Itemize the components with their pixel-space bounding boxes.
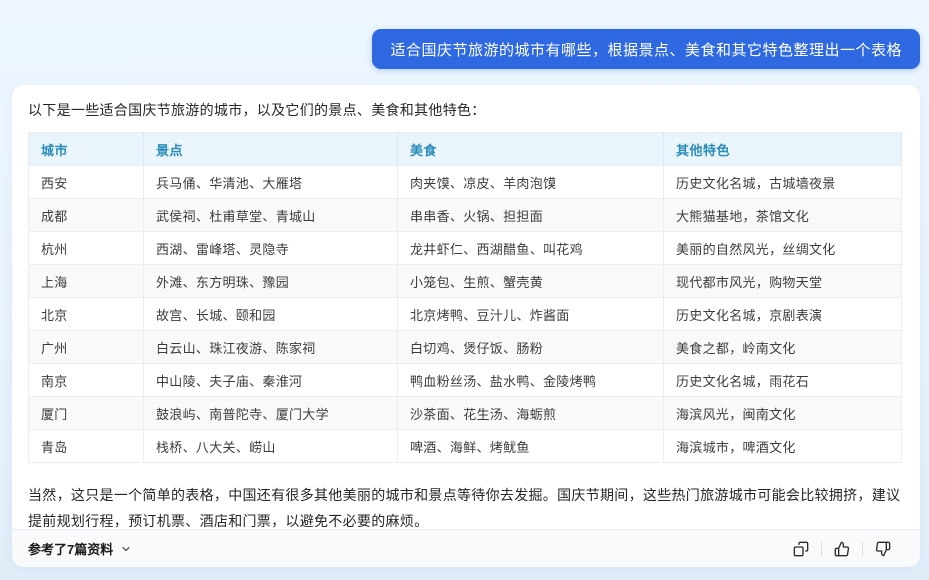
table-row: 上海外滩、东方明珠、豫园小笼包、生煎、蟹壳黄现代都市风光，购物天堂 [29, 265, 902, 298]
table-cell: 南京 [29, 364, 144, 397]
answer-action-bar [788, 538, 904, 560]
action-separator [862, 542, 863, 556]
table-cell: 兵马俑、华清池、大雁塔 [144, 166, 398, 199]
table-cell: 故宫、长城、颐和园 [144, 298, 398, 331]
table-cell: 白云山、珠江夜游、陈家祠 [144, 331, 398, 364]
table-cell: 美丽的自然风光，丝绸文化 [664, 232, 902, 265]
table-row: 南京中山陵、夫子庙、秦淮河鸭血粉丝汤、盐水鸭、金陵烤鸭历史文化名城，雨花石 [29, 364, 902, 397]
thumbs-down-button[interactable] [870, 538, 896, 560]
table-cell: 栈桥、八大关、崂山 [144, 430, 398, 463]
column-header: 其他特色 [664, 133, 902, 166]
table-cell: 沙茶面、花生汤、海蛎煎 [398, 397, 664, 430]
chevron-down-icon [120, 543, 132, 555]
table-cell: 历史文化名城，古城墙夜景 [664, 166, 902, 199]
table-cell: 龙井虾仁、西湖醋鱼、叫花鸡 [398, 232, 664, 265]
answer-footer: 参考了7篇资料 [12, 529, 920, 567]
user-message-bubble: 适合国庆节旅游的城市有哪些，根据景点、美食和其它特色整理出一个表格 [372, 29, 920, 69]
table-cell: 美食之都，岭南文化 [664, 331, 902, 364]
user-message-text: 适合国庆节旅游的城市有哪些，根据景点、美食和其它特色整理出一个表格 [390, 39, 902, 60]
copy-button[interactable] [788, 538, 814, 560]
cities-table: 城市景点美食其他特色 西安兵马俑、华清池、大雁塔肉夹馍、凉皮、羊肉泡馍历史文化名… [28, 132, 902, 463]
table-cell: 中山陵、夫子庙、秦淮河 [144, 364, 398, 397]
table-row: 成都武侯祠、杜甫草堂、青城山串串香、火锅、担担面大熊猫基地，茶馆文化 [29, 199, 902, 232]
action-separator [821, 542, 822, 556]
table-cell: 海滨风光，闽南文化 [664, 397, 902, 430]
table-cell: 成都 [29, 199, 144, 232]
table-cell: 上海 [29, 265, 144, 298]
column-header: 景点 [144, 133, 398, 166]
table-cell: 海滨城市，啤酒文化 [664, 430, 902, 463]
table-row: 广州白云山、珠江夜游、陈家祠白切鸡、煲仔饭、肠粉美食之都，岭南文化 [29, 331, 902, 364]
table-row: 青岛栈桥、八大关、崂山啤酒、海鲜、烤鱿鱼海滨城市，啤酒文化 [29, 430, 902, 463]
column-header: 美食 [398, 133, 664, 166]
table-cell: 小笼包、生煎、蟹壳黄 [398, 265, 664, 298]
table-cell: 啤酒、海鲜、烤鱿鱼 [398, 430, 664, 463]
header-row: 城市景点美食其他特色 [29, 133, 902, 166]
table-cell: 白切鸡、煲仔饭、肠粉 [398, 331, 664, 364]
answer-closing-text: 当然，这只是一个简单的表格，中国还有很多其他美丽的城市和景点等待你去发掘。国庆节… [28, 482, 904, 534]
table-cell: 鼓浪屿、南普陀寺、厦门大学 [144, 397, 398, 430]
table-cell: 西湖、雷峰塔、灵隐寺 [144, 232, 398, 265]
table-cell: 大熊猫基地，茶馆文化 [664, 199, 902, 232]
table-cell: 杭州 [29, 232, 144, 265]
table-cell: 鸭血粉丝汤、盐水鸭、金陵烤鸭 [398, 364, 664, 397]
table-cell: 广州 [29, 331, 144, 364]
table-row: 西安兵马俑、华清池、大雁塔肉夹馍、凉皮、羊肉泡馍历史文化名城，古城墙夜景 [29, 166, 902, 199]
table-cell: 武侯祠、杜甫草堂、青城山 [144, 199, 398, 232]
table-cell: 历史文化名城，京剧表演 [664, 298, 902, 331]
references-toggle[interactable]: 参考了7篇资料 [28, 539, 132, 558]
answer-intro-text: 以下是一些适合国庆节旅游的城市，以及它们的景点、美食和其他特色： [28, 100, 904, 120]
thumbs-up-button[interactable] [829, 538, 855, 560]
table-row: 厦门鼓浪屿、南普陀寺、厦门大学沙茶面、花生汤、海蛎煎海滨风光，闽南文化 [29, 397, 902, 430]
table-row: 杭州西湖、雷峰塔、灵隐寺龙井虾仁、西湖醋鱼、叫花鸡美丽的自然风光，丝绸文化 [29, 232, 902, 265]
table-row: 北京故宫、长城、颐和园北京烤鸭、豆汁儿、炸酱面历史文化名城，京剧表演 [29, 298, 902, 331]
table-cell: 肉夹馍、凉皮、羊肉泡馍 [398, 166, 664, 199]
table-cell: 外滩、东方明珠、豫园 [144, 265, 398, 298]
table-cell: 厦门 [29, 397, 144, 430]
table-cell: 历史文化名城，雨花石 [664, 364, 902, 397]
references-label: 参考了7篇资料 [28, 539, 113, 558]
thumbs-up-icon [834, 541, 850, 557]
table-cell: 青岛 [29, 430, 144, 463]
cities-table-header: 城市景点美食其他特色 [29, 133, 902, 166]
cities-table-body: 西安兵马俑、华清池、大雁塔肉夹馍、凉皮、羊肉泡馍历史文化名城，古城墙夜景成都武侯… [29, 166, 902, 463]
table-cell: 北京烤鸭、豆汁儿、炸酱面 [398, 298, 664, 331]
table-cell: 现代都市风光，购物天堂 [664, 265, 902, 298]
table-cell: 北京 [29, 298, 144, 331]
thumbs-down-icon [875, 541, 891, 557]
column-header: 城市 [29, 133, 144, 166]
table-cell: 串串香、火锅、担担面 [398, 199, 664, 232]
table-cell: 西安 [29, 166, 144, 199]
assistant-answer-card: 以下是一些适合国庆节旅游的城市，以及它们的景点、美食和其他特色： 城市景点美食其… [12, 85, 920, 567]
copy-icon [793, 541, 809, 557]
